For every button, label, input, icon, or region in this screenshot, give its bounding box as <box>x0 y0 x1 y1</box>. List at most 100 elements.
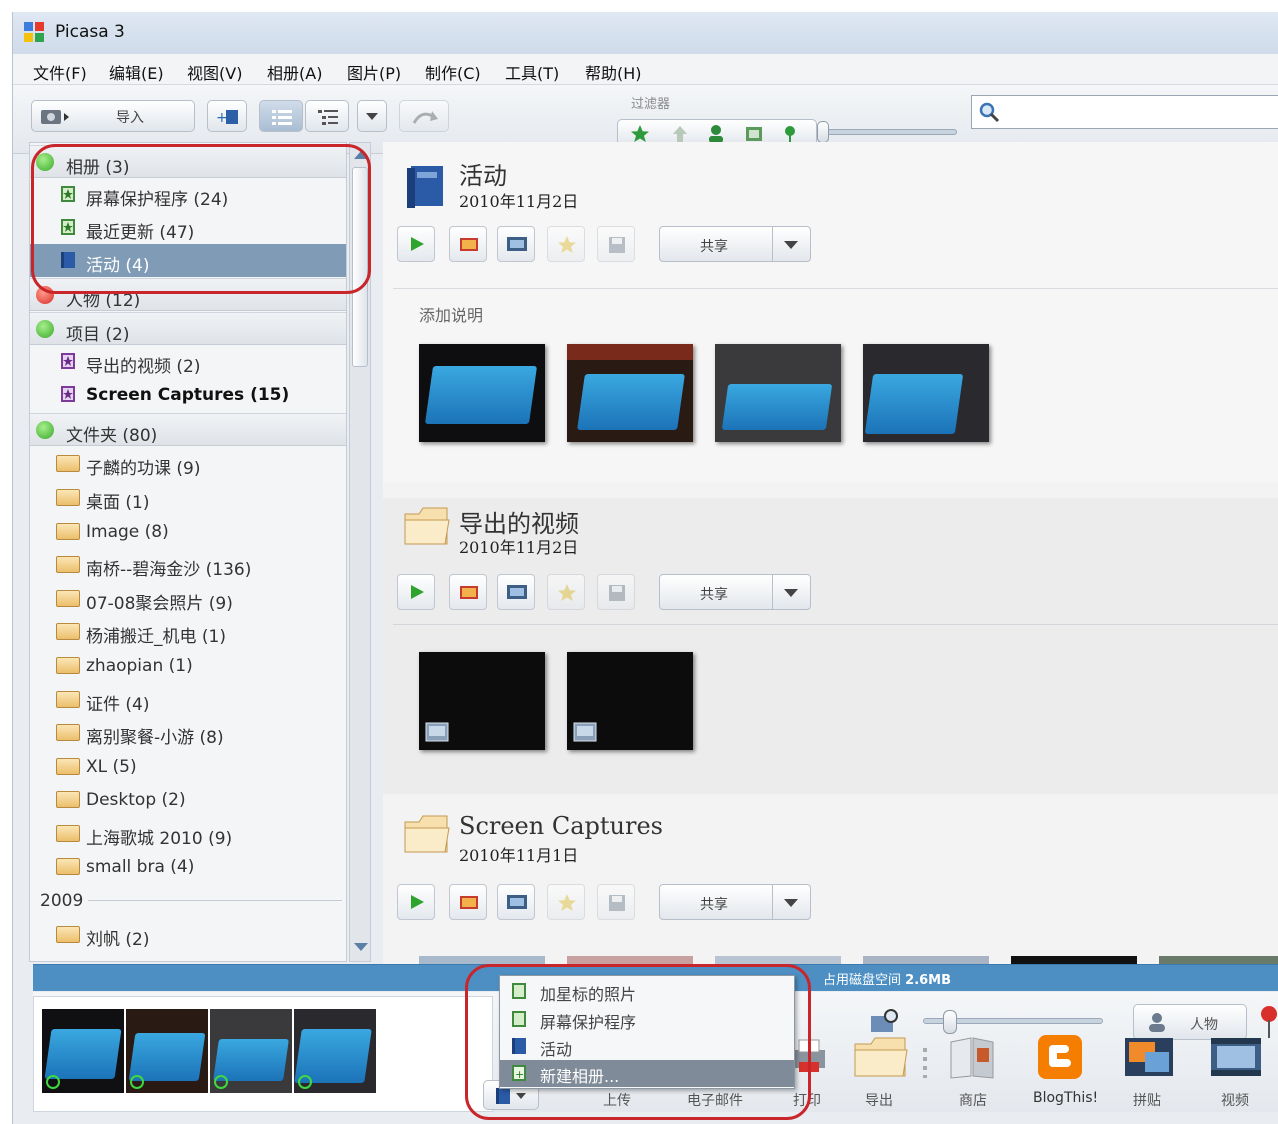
folder-item[interactable]: Desktop (2) <box>30 783 346 816</box>
filter-slider-handle[interactable] <box>817 121 829 143</box>
section-title[interactable]: Screen Captures <box>459 812 663 840</box>
tray-thumbnail[interactable] <box>126 1009 208 1093</box>
people-button[interactable]: 人物 <box>1133 1004 1247 1040</box>
collage-icon[interactable] <box>1123 1036 1175 1078</box>
screen-capture-thumbnail[interactable] <box>1011 956 1137 964</box>
folder-item[interactable]: 杨浦搬迁_机电 (1) <box>30 615 346 648</box>
projects-header[interactable]: 项目 (2) <box>30 312 346 345</box>
save-button[interactable] <box>597 574 635 610</box>
collage-action-label[interactable]: 拼贴 <box>1133 1090 1161 1110</box>
movie-button[interactable] <box>497 574 535 610</box>
menu-file[interactable]: 文件(F) <box>33 60 87 84</box>
play-slideshow-button[interactable] <box>397 884 435 920</box>
shop-book-icon[interactable] <box>947 1034 997 1080</box>
export-folder-icon[interactable] <box>853 1034 909 1080</box>
folder-item[interactable]: Image (8) <box>30 515 346 548</box>
add-to-album-button[interactable]: + <box>207 100 247 132</box>
menu-view[interactable]: 视图(V) <box>187 60 242 84</box>
star-filter-icon[interactable] <box>630 124 650 144</box>
screen-capture-thumbnail[interactable] <box>567 956 693 964</box>
upload-button[interactable] <box>449 574 487 610</box>
folder-item[interactable]: 子麟的功课 (9) <box>30 447 346 480</box>
save-button[interactable] <box>597 226 635 262</box>
share-button[interactable]: 共享 <box>659 884 811 920</box>
shop-action-label[interactable]: 商店 <box>959 1090 987 1110</box>
star-button[interactable] <box>547 574 585 610</box>
thumbnail-view-button[interactable] <box>259 100 303 132</box>
project-exported-video[interactable]: 导出的视频 (2) <box>30 345 346 378</box>
photo-thumbnail[interactable] <box>419 344 545 442</box>
rotate-button[interactable] <box>399 100 449 132</box>
chevron-down-icon[interactable] <box>784 241 798 249</box>
person-filter-icon[interactable] <box>706 124 726 144</box>
movie-button[interactable] <box>497 884 535 920</box>
menu-album[interactable]: 相册(A) <box>267 60 322 84</box>
screen-capture-thumbnail[interactable] <box>715 956 841 964</box>
star-button[interactable] <box>547 226 585 262</box>
tray-thumbnail[interactable] <box>42 1009 124 1093</box>
play-slideshow-button[interactable] <box>397 226 435 262</box>
menu-edit[interactable]: 编辑(E) <box>109 60 164 84</box>
menu-help[interactable]: 帮助(H) <box>585 60 642 84</box>
video-action-label[interactable]: 视频 <box>1221 1090 1249 1110</box>
folder-item[interactable]: 07-08聚会照片 (9) <box>30 582 346 615</box>
upload-filter-icon[interactable] <box>670 124 690 144</box>
section-title[interactable]: 活动 <box>459 156 507 191</box>
folder-item[interactable]: 桌面 (1) <box>30 481 346 514</box>
photo-thumbnail[interactable] <box>567 344 693 442</box>
video-thumbnail[interactable] <box>567 652 693 750</box>
movie-button[interactable] <box>497 226 535 262</box>
folder-item[interactable]: small bra (4) <box>30 850 346 883</box>
menu-create[interactable]: 制作(C) <box>425 60 481 84</box>
location-pin-icon[interactable] <box>1259 1004 1278 1040</box>
play-slideshow-button[interactable] <box>397 574 435 610</box>
save-disk-icon <box>609 237 625 253</box>
export-action-label[interactable]: 导出 <box>865 1090 893 1110</box>
blogger-icon[interactable] <box>1037 1034 1083 1080</box>
expanded-triangle-icon[interactable] <box>36 320 54 338</box>
import-button[interactable]: 导入 <box>31 100 195 132</box>
location-filter-icon[interactable] <box>780 124 800 144</box>
scroll-down-icon[interactable] <box>354 943 368 951</box>
star-button[interactable] <box>547 884 585 920</box>
upload-button[interactable] <box>449 226 487 262</box>
folder-item[interactable]: 离别聚餐-小游 (8) <box>30 716 346 749</box>
folder-item[interactable]: zhaopian (1) <box>30 649 346 682</box>
menu-picture[interactable]: 图片(P) <box>347 60 401 84</box>
upload-button[interactable] <box>449 884 487 920</box>
add-caption-link[interactable]: 添加说明 <box>419 302 483 326</box>
screen-capture-thumbnail[interactable] <box>419 956 545 964</box>
folder-item[interactable]: 上海歌城 2010 (9) <box>30 817 346 850</box>
tray-thumbnail[interactable] <box>294 1009 376 1093</box>
menu-tools[interactable]: 工具(T) <box>505 60 559 84</box>
folder-item[interactable]: 证件 (4) <box>30 683 346 716</box>
share-button[interactable]: 共享 <box>659 226 811 262</box>
folder-item[interactable]: XL (5) <box>30 750 346 783</box>
blogthis-action-label[interactable]: BlogThis! <box>1033 1090 1098 1106</box>
tray-thumbnail[interactable] <box>210 1009 292 1093</box>
screen-capture-thumbnail[interactable] <box>1159 956 1278 964</box>
view-options-dropdown[interactable] <box>357 100 387 132</box>
project-screen-captures[interactable]: Screen Captures (15) <box>30 378 346 411</box>
share-button[interactable]: 共享 <box>659 574 811 610</box>
photo-thumbnail[interactable] <box>863 344 989 442</box>
folder-item[interactable]: 南桥--碧海金沙 (136) <box>30 548 346 581</box>
movie-filter-icon[interactable] <box>744 124 764 144</box>
zoom-slider-handle[interactable] <box>943 1010 957 1034</box>
tree-view-button[interactable] <box>305 100 349 132</box>
save-button[interactable] <box>597 884 635 920</box>
photo-thumbnail[interactable] <box>715 344 841 442</box>
folders-header[interactable]: 文件夹 (80) <box>30 413 346 446</box>
video-thumbnail[interactable] <box>419 652 545 750</box>
chevron-down-icon[interactable] <box>784 899 798 907</box>
movie-maker-icon[interactable] <box>1209 1036 1263 1078</box>
folder-item[interactable]: 刘帆 (2) <box>30 918 346 951</box>
chevron-down-icon <box>366 113 378 120</box>
zoom-photo-icon[interactable] <box>869 1008 901 1036</box>
chevron-down-icon[interactable] <box>784 589 798 597</box>
filter-slider-track[interactable] <box>823 129 957 135</box>
search-input[interactable] <box>971 95 1278 129</box>
expanded-triangle-icon[interactable] <box>36 421 54 439</box>
screen-capture-thumbnail[interactable] <box>863 956 989 964</box>
list-view-icon <box>272 110 292 125</box>
